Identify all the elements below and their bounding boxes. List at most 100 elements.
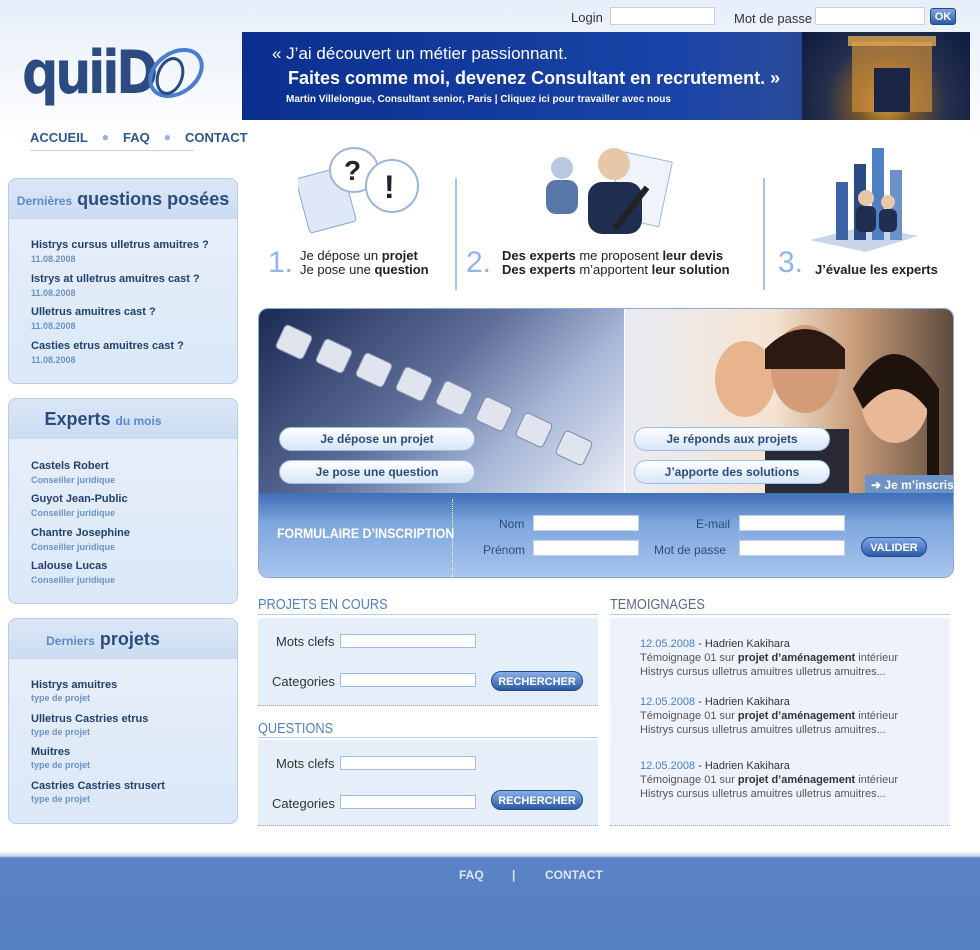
logo[interactable]: quiiD bbox=[22, 38, 159, 108]
footer-faq-link[interactable]: FAQ bbox=[459, 868, 484, 882]
temoignages-title: TEMOIGNAGES bbox=[610, 596, 705, 613]
banner-author[interactable]: Martin Villelongue, Consultant senior, P… bbox=[286, 94, 671, 105]
step-3-text: J’évalue les experts bbox=[815, 262, 938, 277]
step-divider bbox=[455, 178, 457, 290]
projets-categories-label: Categories bbox=[272, 674, 335, 689]
footer-separator: | bbox=[512, 868, 516, 882]
prenom-label: Prénom bbox=[483, 543, 526, 557]
projet-item[interactable]: Ulletrus Castries etrus bbox=[31, 713, 148, 725]
section-line bbox=[610, 614, 950, 615]
sidebar-experts-title: Experts du mois bbox=[44, 409, 162, 429]
nom-label: Nom bbox=[499, 517, 525, 531]
experts-document-icon bbox=[546, 148, 673, 234]
questions-title: QUESTIONS bbox=[258, 720, 334, 737]
question-item[interactable]: Ulletrus amuitres cast ? bbox=[31, 306, 156, 318]
temoignages-panel: 12.05.2008 - Hadrien Kakihara Témoignage… bbox=[610, 618, 950, 826]
pose-question-button[interactable]: Je pose une question bbox=[279, 460, 475, 484]
expert-role: Conseiller juridique bbox=[31, 508, 116, 518]
form-password-input[interactable] bbox=[739, 540, 845, 556]
svg-text:!: ! bbox=[384, 169, 395, 205]
nav-accueil[interactable]: ACCUEIL bbox=[30, 130, 88, 145]
projet-type: type de projet bbox=[31, 760, 91, 770]
expert-item[interactable]: Chantre Josephine bbox=[31, 527, 130, 539]
projets-keywords-label: Mots clefs bbox=[276, 634, 335, 649]
login-input[interactable] bbox=[610, 7, 715, 25]
sidebar-questions-box: Dernières questions posées Histrys cursu… bbox=[8, 178, 238, 384]
projet-type: type de projet bbox=[31, 693, 91, 703]
questions-categories-label: Categories bbox=[272, 796, 335, 811]
form-password-label: Mot de passe bbox=[654, 543, 727, 557]
projet-item[interactable]: Histrys amuitres bbox=[31, 679, 117, 691]
form-separator bbox=[452, 499, 453, 577]
nav-contact[interactable]: CONTACT bbox=[185, 130, 248, 145]
footer-bar bbox=[0, 852, 980, 950]
nom-input[interactable] bbox=[533, 515, 639, 531]
depose-projet-button[interactable]: Je dépose un projet bbox=[279, 427, 475, 451]
step-3-number: 3. bbox=[778, 246, 804, 279]
prenom-input[interactable] bbox=[533, 540, 639, 556]
questions-search-button[interactable]: RECHERCHER bbox=[491, 790, 583, 810]
login-label: Login bbox=[571, 10, 603, 25]
hero-panel: Je dépose un projet Je pose une question… bbox=[258, 308, 954, 578]
inscris-label: Je m’inscris bbox=[884, 478, 954, 492]
question-date: 11.08.2008 bbox=[31, 355, 76, 365]
sidebar-questions-title: Dernières questions posées bbox=[16, 189, 230, 209]
expert-role: Conseiller juridique bbox=[31, 575, 116, 585]
questions-keywords-label: Mots clefs bbox=[276, 756, 335, 771]
footer-contact-link[interactable]: CONTACT bbox=[545, 868, 603, 882]
projet-type: type de projet bbox=[31, 794, 91, 804]
question-item[interactable]: Casties etrus amuitres cast ? bbox=[31, 340, 184, 352]
valider-button[interactable]: VALIDER bbox=[861, 537, 927, 557]
projets-search-panel: Mots clefs Categories RECHERCHER bbox=[258, 618, 598, 706]
temoignage-item[interactable]: 12.05.2008 - Hadrien Kakihara Témoignage… bbox=[640, 694, 898, 737]
recruitment-banner[interactable]: « J’ai découvert un métier passionnant. … bbox=[242, 32, 970, 120]
banner-quote-line2: Faites comme moi, devenez Consultant en … bbox=[288, 68, 781, 88]
step-2-text: Des experts me proposent leur devis Des … bbox=[502, 248, 730, 277]
questions-categories-input[interactable] bbox=[340, 795, 476, 809]
projets-categories-input[interactable] bbox=[340, 673, 476, 687]
projets-keywords-input[interactable] bbox=[340, 634, 476, 648]
registration-form: FORMULAIRE D’INSCRIPTION Nom Prénom E-ma… bbox=[259, 493, 953, 577]
banner-quote-line1: « J’ai découvert un métier passionnant. bbox=[272, 44, 568, 63]
expert-role: Conseiller juridique bbox=[31, 475, 116, 485]
nav-dot-icon: ● bbox=[101, 130, 110, 144]
form-title: FORMULAIRE D’INSCRIPTION bbox=[277, 525, 455, 541]
sidebar-projets-title: Derniers projets bbox=[46, 629, 160, 649]
questions-search-panel: Mots clefs Categories RECHERCHER bbox=[258, 740, 598, 826]
projet-item[interactable]: Castries Castries strusert bbox=[31, 780, 165, 792]
expert-role: Conseiller juridique bbox=[31, 542, 116, 552]
questions-keywords-input[interactable] bbox=[340, 756, 476, 770]
projet-type: type de projet bbox=[31, 727, 91, 737]
step-1-text: Je dépose un projet Je pose une question bbox=[300, 248, 429, 277]
step-divider bbox=[763, 178, 765, 290]
password-label: Mot de passe bbox=[734, 11, 813, 26]
temoignage-item[interactable]: 12.05.2008 - Hadrien Kakihara Témoignage… bbox=[640, 636, 898, 679]
question-date: 11.08.2008 bbox=[31, 321, 76, 331]
question-date: 11.08.2008 bbox=[31, 254, 76, 264]
email-field[interactable] bbox=[739, 515, 845, 531]
inscris-tab[interactable]: ➜ Je m’inscris bbox=[865, 475, 954, 495]
sidebar-projets-box: Derniers projets Histrys amuitres type d… bbox=[8, 618, 238, 824]
expert-item[interactable]: Lalouse Lucas bbox=[31, 560, 107, 572]
expert-item[interactable]: Guyot Jean-Public bbox=[31, 493, 128, 505]
projets-search-button[interactable]: RECHERCHER bbox=[491, 671, 583, 691]
step-1-number: 1. bbox=[268, 246, 294, 279]
section-line bbox=[258, 737, 598, 738]
login-ok-button[interactable]: OK bbox=[930, 8, 956, 25]
temoignage-item[interactable]: 12.05.2008 - Hadrien Kakihara Témoignage… bbox=[640, 758, 898, 801]
question-item[interactable]: Istrys at ulletrus amuitres cast ? bbox=[31, 273, 200, 285]
projet-item[interactable]: Muitres bbox=[31, 746, 70, 758]
expert-item[interactable]: Castels Robert bbox=[31, 460, 109, 472]
nav-faq[interactable]: FAQ bbox=[123, 130, 150, 145]
sidebar-experts-box: Experts du mois Castels Robert Conseille… bbox=[8, 398, 238, 604]
question-item[interactable]: Histrys cursus ulletrus amuitres ? bbox=[31, 239, 209, 251]
arrow-right-icon: ➜ bbox=[871, 478, 885, 492]
email-label: E-mail bbox=[696, 517, 731, 531]
nav-dot-icon: ● bbox=[163, 130, 172, 144]
repond-projets-button[interactable]: Je réponds aux projets bbox=[634, 427, 830, 451]
top-nav: ACCUEIL ● FAQ ● CONTACT bbox=[30, 130, 248, 145]
password-input[interactable] bbox=[815, 7, 925, 25]
question-date: 11.08.2008 bbox=[31, 288, 76, 298]
apporte-solutions-button[interactable]: J’apporte des solutions bbox=[634, 460, 830, 484]
nav-underline bbox=[30, 150, 194, 151]
